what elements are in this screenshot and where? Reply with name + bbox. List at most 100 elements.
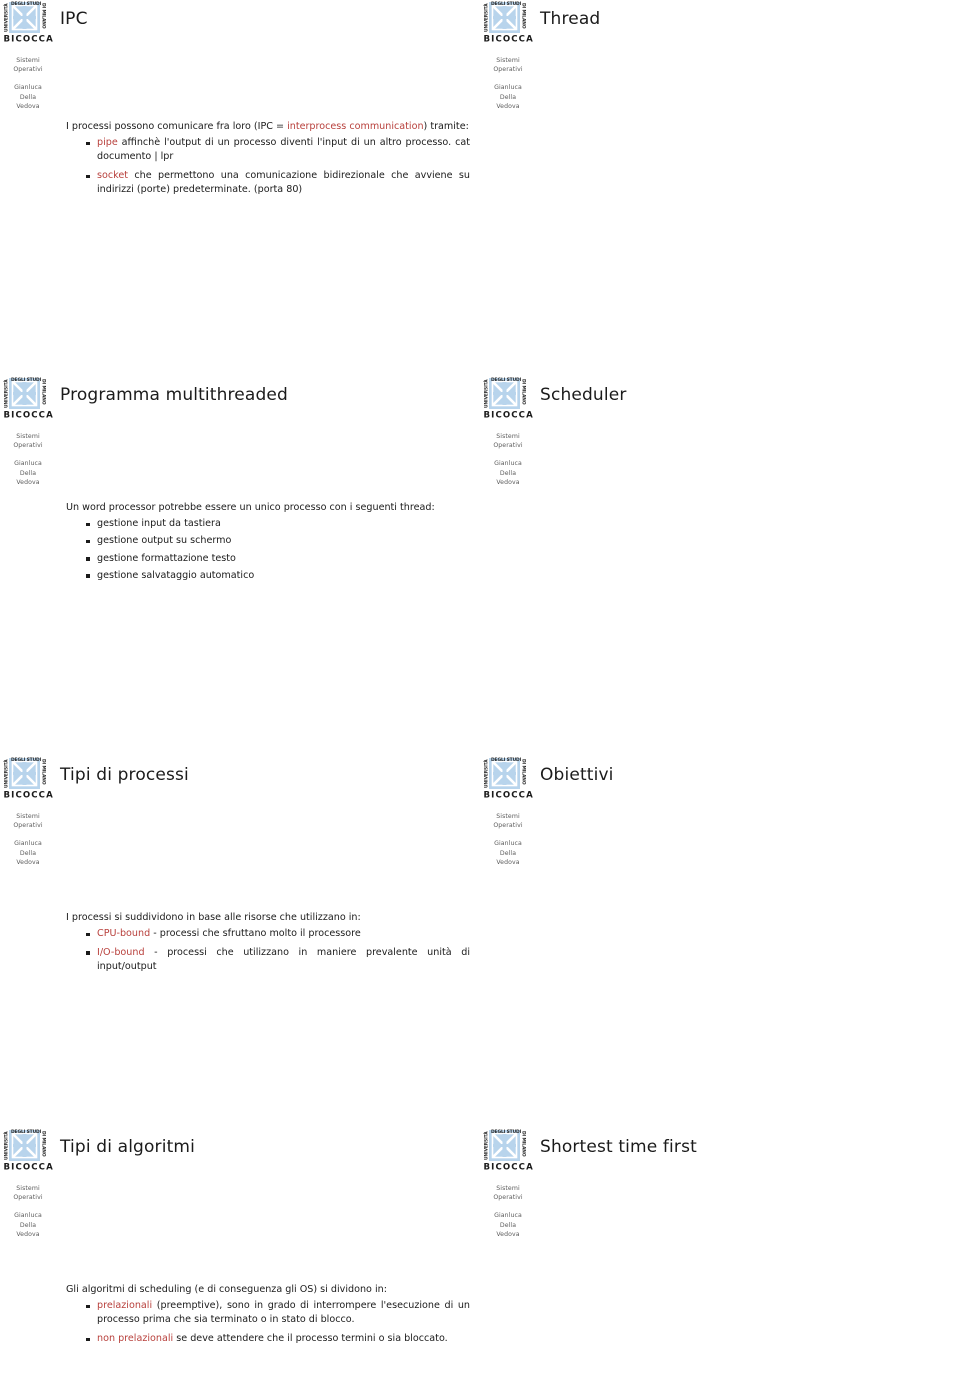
svg-text:DI MILANO: DI MILANO <box>41 379 47 405</box>
author-line-3: Vedova <box>496 478 520 486</box>
author-line-3: Vedova <box>16 478 40 486</box>
author-line-2: Della <box>19 849 37 857</box>
slide-tipi-di-processi[interactable]: UNIVERSITÀ DI MILANO DEGLI STUDI BICOCCA… <box>0 756 480 1100</box>
bullet-list: pipe affinchè l'output di un processo di… <box>84 136 470 197</box>
svg-text:DI MILANO: DI MILANO <box>41 3 47 29</box>
author-name: Gianluca Della Vedova <box>0 1211 56 1239</box>
item-accent-term: socket <box>97 170 129 182</box>
svg-text:DI MILANO: DI MILANO <box>521 379 527 405</box>
course-name: Sistemi Operativi <box>0 1184 56 1202</box>
frame-title: Thread <box>540 9 601 29</box>
svg-text:UNIVERSITÀ: UNIVERSITÀ <box>2 759 9 788</box>
author-line-2: Della <box>19 93 37 101</box>
course-line-2: Operativi <box>493 822 523 830</box>
course-name: Sistemi Operativi <box>480 812 536 830</box>
svg-text:BICOCCA: BICOCCA <box>4 1163 54 1172</box>
slide-body: I processi possono comunicare fra loro (… <box>66 120 470 202</box>
list-item: pipe affinchè l'output di un processo di… <box>84 136 470 164</box>
slide-sidebar: UNIVERSITÀ DI MILANO DEGLI STUDI BICOCCA… <box>0 376 56 487</box>
course-name: Sistemi Operativi <box>480 432 536 450</box>
svg-text:BICOCCA: BICOCCA <box>4 411 54 420</box>
svg-text:BICOCCA: BICOCCA <box>4 35 54 44</box>
course-line-1: Sistemi <box>496 813 520 820</box>
svg-text:DI MILANO: DI MILANO <box>521 3 527 29</box>
author-line-2: Della <box>499 469 517 477</box>
author-line-1: Gianluca <box>14 460 42 468</box>
course-line-2: Operativi <box>13 442 43 450</box>
author-name: Gianluca Della Vedova <box>480 83 536 111</box>
slide-sheet: UNIVERSITÀ DI MILANO DEGLI STUDI BICOCCA… <box>0 0 960 1376</box>
author-line-3: Vedova <box>496 1230 520 1238</box>
course-line-2: Operativi <box>493 66 523 74</box>
svg-text:DEGLI STUDI: DEGLI STUDI <box>491 1 522 7</box>
svg-text:DI MILANO: DI MILANO <box>41 759 47 785</box>
item-accent-term: pipe <box>97 137 118 149</box>
svg-text:UNIVERSITÀ: UNIVERSITÀ <box>482 1131 489 1160</box>
author-name: Gianluca Della Vedova <box>480 1211 536 1239</box>
slide-ipc[interactable]: UNIVERSITÀ DI MILANO DEGLI STUDI BICOCCA… <box>0 0 480 344</box>
course-line-2: Operativi <box>13 1194 43 1202</box>
slide-sidebar: UNIVERSITÀ DI MILANO DEGLI STUDI BICOCCA… <box>480 756 536 867</box>
svg-text:DEGLI STUDI: DEGLI STUDI <box>491 757 522 763</box>
author-line-3: Vedova <box>16 858 40 866</box>
course-line-1: Sistemi <box>16 813 40 820</box>
slide-sidebar: UNIVERSITÀ DI MILANO DEGLI STUDI BICOCCA… <box>0 0 56 111</box>
slide-sidebar: UNIVERSITÀ DI MILANO DEGLI STUDI BICOCCA… <box>480 376 536 487</box>
svg-text:UNIVERSITÀ: UNIVERSITÀ <box>2 1131 9 1160</box>
item-accent-term: I/O-bound <box>97 946 145 958</box>
course-line-2: Operativi <box>493 1194 523 1202</box>
body-paragraph: I processi possono comunicare fra loro (… <box>66 120 470 134</box>
author-line-1: Gianluca <box>494 840 522 848</box>
author-line-3: Vedova <box>496 102 520 110</box>
author-line-2: Della <box>19 1221 37 1229</box>
svg-text:UNIVERSITÀ: UNIVERSITÀ <box>482 759 489 788</box>
svg-text:UNIVERSITÀ: UNIVERSITÀ <box>482 3 489 32</box>
item-text: se deve attendere che il processo termin… <box>173 1333 448 1345</box>
svg-text:BICOCCA: BICOCCA <box>484 35 534 44</box>
slide-tipi-di-algoritmi[interactable]: UNIVERSITÀ DI MILANO DEGLI STUDI BICOCCA… <box>0 1128 480 1376</box>
slide-programma-multithreaded[interactable]: UNIVERSITÀ DI MILANO DEGLI STUDI BICOCCA… <box>0 376 480 720</box>
frame-title: Scheduler <box>540 385 627 405</box>
course-line-1: Sistemi <box>16 57 40 64</box>
slide-sidebar: UNIVERSITÀ DI MILANO DEGLI STUDI BICOCCA… <box>0 1128 56 1239</box>
frame-title: Tipi di processi <box>60 765 189 785</box>
slide-scheduler[interactable]: UNIVERSITÀ DI MILANO DEGLI STUDI BICOCCA… <box>480 376 960 720</box>
bicocca-logo-icon: UNIVERSITÀ DI MILANO DEGLI STUDI BICOCCA <box>482 377 534 419</box>
slide-shortest-time-first[interactable]: UNIVERSITÀ DI MILANO DEGLI STUDI BICOCCA… <box>480 1128 960 1376</box>
intro-text-part-1: I processi possono comunicare fra loro (… <box>66 121 288 132</box>
course-line-1: Sistemi <box>496 1185 520 1192</box>
author-name: Gianluca Della Vedova <box>0 459 56 487</box>
bicocca-logo-icon: UNIVERSITÀ DI MILANO DEGLI STUDI BICOCCA <box>2 757 54 799</box>
slide-thread[interactable]: UNIVERSITÀ DI MILANO DEGLI STUDI BICOCCA… <box>480 0 960 344</box>
slide-body: I processi si suddividono in base alle r… <box>66 911 470 979</box>
course-name: Sistemi Operativi <box>0 56 56 74</box>
author-line-2: Della <box>19 469 37 477</box>
author-name: Gianluca Della Vedova <box>0 839 56 867</box>
course-line-2: Operativi <box>13 66 43 74</box>
list-item: gestione input da tastiera <box>84 517 470 531</box>
svg-text:DEGLI STUDI: DEGLI STUDI <box>491 1129 522 1135</box>
bullet-list: prelazionali (preemptive), sono in grado… <box>84 1299 470 1346</box>
author-line-1: Gianluca <box>14 840 42 848</box>
author-line-3: Vedova <box>16 102 40 110</box>
slide-obiettivi[interactable]: UNIVERSITÀ DI MILANO DEGLI STUDI BICOCCA… <box>480 756 960 1100</box>
item-accent-term: prelazionali <box>97 1300 153 1312</box>
author-line-2: Della <box>499 93 517 101</box>
item-text: che permettono una comunicazione bidirez… <box>97 170 470 196</box>
author-line-1: Gianluca <box>14 84 42 92</box>
course-line-2: Operativi <box>493 442 523 450</box>
svg-text:UNIVERSITÀ: UNIVERSITÀ <box>482 379 489 408</box>
body-paragraph: I processi si suddividono in base alle r… <box>66 912 361 923</box>
intro-text-part-2: ) tramite: <box>423 121 469 132</box>
svg-text:UNIVERSITÀ: UNIVERSITÀ <box>2 3 9 32</box>
item-accent-term: non prelazionali <box>97 1333 174 1345</box>
intro-accent-term: interprocess communication <box>287 121 424 132</box>
svg-text:BICOCCA: BICOCCA <box>484 791 534 800</box>
course-line-1: Sistemi <box>16 1185 40 1192</box>
bicocca-logo-icon: UNIVERSITÀ DI MILANO DEGLI STUDI BICOCCA <box>482 757 534 799</box>
svg-text:BICOCCA: BICOCCA <box>484 1163 534 1172</box>
svg-text:BICOCCA: BICOCCA <box>484 411 534 420</box>
author-line-1: Gianluca <box>494 460 522 468</box>
svg-text:BICOCCA: BICOCCA <box>4 791 54 800</box>
svg-text:DI MILANO: DI MILANO <box>521 1131 527 1157</box>
